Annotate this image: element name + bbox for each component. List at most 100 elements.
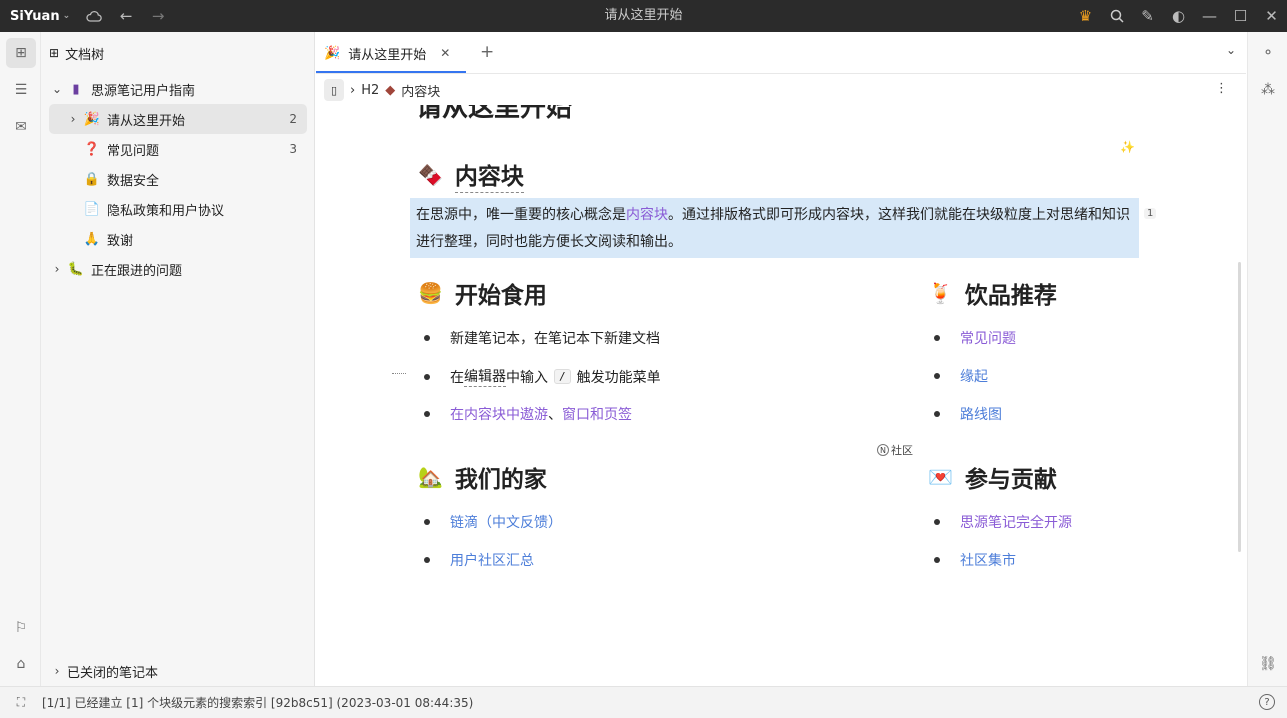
more-vertical-icon[interactable]: ⋮ [1215,81,1228,96]
right-dock: ⚬ ⁂ ⛓ [1247,32,1287,686]
party-popper-icon: 🎉 [324,45,341,61]
link-windows-tabs[interactable]: 窗口和页签 [562,404,632,424]
editor[interactable]: 请从这里开始 ✨ 🍫 内容块 在思源中，唯一重要的核心概念是内容块。通过排版格式… [316,105,1246,686]
slash-key: / [554,369,571,384]
link-faq[interactable]: 常见问题 [960,328,1016,348]
dock-toggle-icon[interactable]: ⛶ [0,695,42,710]
link-roadmap[interactable]: 路线图 [960,404,1002,424]
link-bazaar[interactable]: 社区集市 [960,550,1016,570]
bullet-dot [934,557,940,563]
theme-mode-icon[interactable]: ◐ [1163,0,1194,32]
close-icon[interactable]: ✕ [1256,0,1287,32]
file-tree-icon[interactable]: ⊞ [6,38,36,68]
ref-count-badge[interactable]: 1 [1144,208,1157,219]
edit-pencil-icon[interactable]: ✎ [1132,0,1163,32]
link-origin[interactable]: 缘起 [960,366,988,386]
heading-drinks[interactable]: 🍹 饮品推荐 [928,276,1057,310]
heading-text: 我们的家 [454,467,547,493]
list-item[interactable]: 路线图 [934,404,1002,424]
chevron-down-icon[interactable]: ⌄ [49,82,65,96]
tree-item-privacy[interactable]: 📄 隐私政策和用户协议 [49,194,307,224]
list-item[interactable]: 缘起 [934,366,988,386]
notebook-item[interactable]: ⌄ ▮ 思源笔记用户指南 [49,74,307,104]
link-ld246[interactable]: 链滴（中文反馈） [450,512,562,532]
chevron-right-icon[interactable]: › [65,112,81,126]
global-graph-icon[interactable]: ⁂ [1253,75,1283,105]
document-icon[interactable]: ▯ [324,79,344,101]
tag-icon[interactable]: ⌂ [6,649,36,679]
link-icon[interactable]: ⛓ [1253,649,1283,679]
maximize-icon[interactable]: ☐ [1225,0,1256,32]
editor-scrollbar[interactable] [1238,262,1241,552]
graph-icon[interactable]: ⚬ [1253,38,1283,68]
outline-icon[interactable]: ☰ [6,75,36,105]
list-item[interactable]: 社区集市 [934,550,1016,570]
list-item[interactable]: 思源笔记完全开源 [934,512,1072,532]
intro-paragraph[interactable]: 在思源中，唯一重要的核心概念是内容块。通过排版格式即可形成内容块，这样我们就能在… [410,198,1139,258]
list-item[interactable]: 常见问题 [934,328,1016,348]
minimize-icon[interactable]: — [1194,0,1225,32]
notebook-item-issues[interactable]: › 🐛 正在跟进的问题 [49,254,307,284]
love-letter-icon: 💌 [928,465,953,489]
list-item[interactable]: 新建笔记本，在笔记本下新建文档 [424,328,660,348]
crown-icon[interactable]: ♛ [1070,0,1101,32]
file-tree-title: 文档树 [65,47,105,63]
thanks-icon: 🙏 [83,231,101,247]
heading-get-started[interactable]: 🍔 开始食用 [418,276,547,310]
app-menu[interactable]: SiYuan ⌄ [10,9,70,24]
chevron-right-icon: › [350,82,356,98]
bullet-dot [934,373,940,379]
list-item[interactable]: 在编辑器 中输入 / 触发功能菜单 [424,366,661,387]
search-icon[interactable] [1101,0,1132,32]
forward-arrow-icon[interactable]: → [142,0,174,32]
help-icon[interactable]: ? [1259,694,1275,710]
heading-level[interactable]: H2 [361,83,379,98]
chevron-right-icon[interactable]: › [49,664,65,678]
add-tab-icon[interactable]: + [480,42,494,62]
document-icon: 📄 [83,201,101,217]
notebook-label: 正在跟进的问题 [91,263,183,279]
breadcrumb: ▯ › H2 ◆ 内容块 ⋮ [316,75,1246,105]
tab-start[interactable]: 🎉 请从这里开始 ✕ [316,32,466,74]
chevron-right-icon[interactable]: › [49,262,65,276]
inbox-icon[interactable]: ✉ [6,112,36,142]
list-item-text: 在 [450,369,464,386]
bug-icon: 🐛 [67,261,85,277]
breadcrumb-label[interactable]: 内容块 [401,81,440,100]
list-item[interactable]: 链滴（中文反馈） [424,512,562,532]
title-bar: SiYuan ⌄ ← → 请从这里开始 ♛ ✎ ◐ — ☐ ✕ [0,0,1287,32]
tree-item-label: 请从这里开始 [107,113,186,129]
tab-close-icon[interactable]: ✕ [440,46,450,60]
bookmark-icon[interactable]: ⚐ [6,613,36,643]
heading-home[interactable]: 🏡 我们的家 [418,460,547,494]
content-block-link[interactable]: 内容块 [626,207,668,223]
tree-item-start[interactable]: › 🎉 请从这里开始 2 [49,104,307,134]
block-drag-handle[interactable] [392,373,406,374]
heading-text: 开始食用 [454,283,547,309]
heading-content-block[interactable]: 🍫 内容块 [418,157,524,193]
list-item-text: 新建笔记本，在笔记本下新建文档 [450,331,660,347]
tree-item-faq[interactable]: ❓ 常见问题 3 [49,134,307,164]
status-text: [1/1] 已经建立 [1] 个块级元素的搜索索引 [92b8c51] (202… [42,696,474,710]
bullet-dot [934,411,940,417]
tree-item-security[interactable]: 🔒 数据安全 [49,164,307,194]
link-explore-blocks[interactable]: 在内容块中遨游 [450,404,548,424]
link-open-source[interactable]: 思源笔记完全开源 [960,512,1072,532]
editor-term: 编辑器 [464,366,506,387]
list-item[interactable]: 用户社区汇总 [424,550,534,570]
closed-notebooks[interactable]: › 已关闭的笔记本 [49,656,307,686]
back-arrow-icon[interactable]: ← [110,0,142,32]
tree-item-thanks[interactable]: 🙏 致谢 [49,224,307,254]
link-community-summary[interactable]: 用户社区汇总 [450,550,534,570]
cloud-sync-icon[interactable] [78,0,110,32]
paragraph-text: 在思源中，唯一重要的核心概念是 [416,207,626,223]
chevron-down-icon[interactable]: ⌄ [1226,43,1236,57]
drink-icon: 🍹 [928,281,953,305]
sparkle-icon: ✨ [1120,140,1135,154]
community-badge[interactable]: N 社区 [877,442,913,458]
question-icon: ❓ [83,141,101,157]
heading-contribute[interactable]: 💌 参与贡献 [928,460,1057,494]
bullet-dot [424,519,430,525]
document-title[interactable]: 请从这里开始 [416,105,572,124]
list-item[interactable]: 在内容块中遨游、窗口和页签 [424,404,632,424]
